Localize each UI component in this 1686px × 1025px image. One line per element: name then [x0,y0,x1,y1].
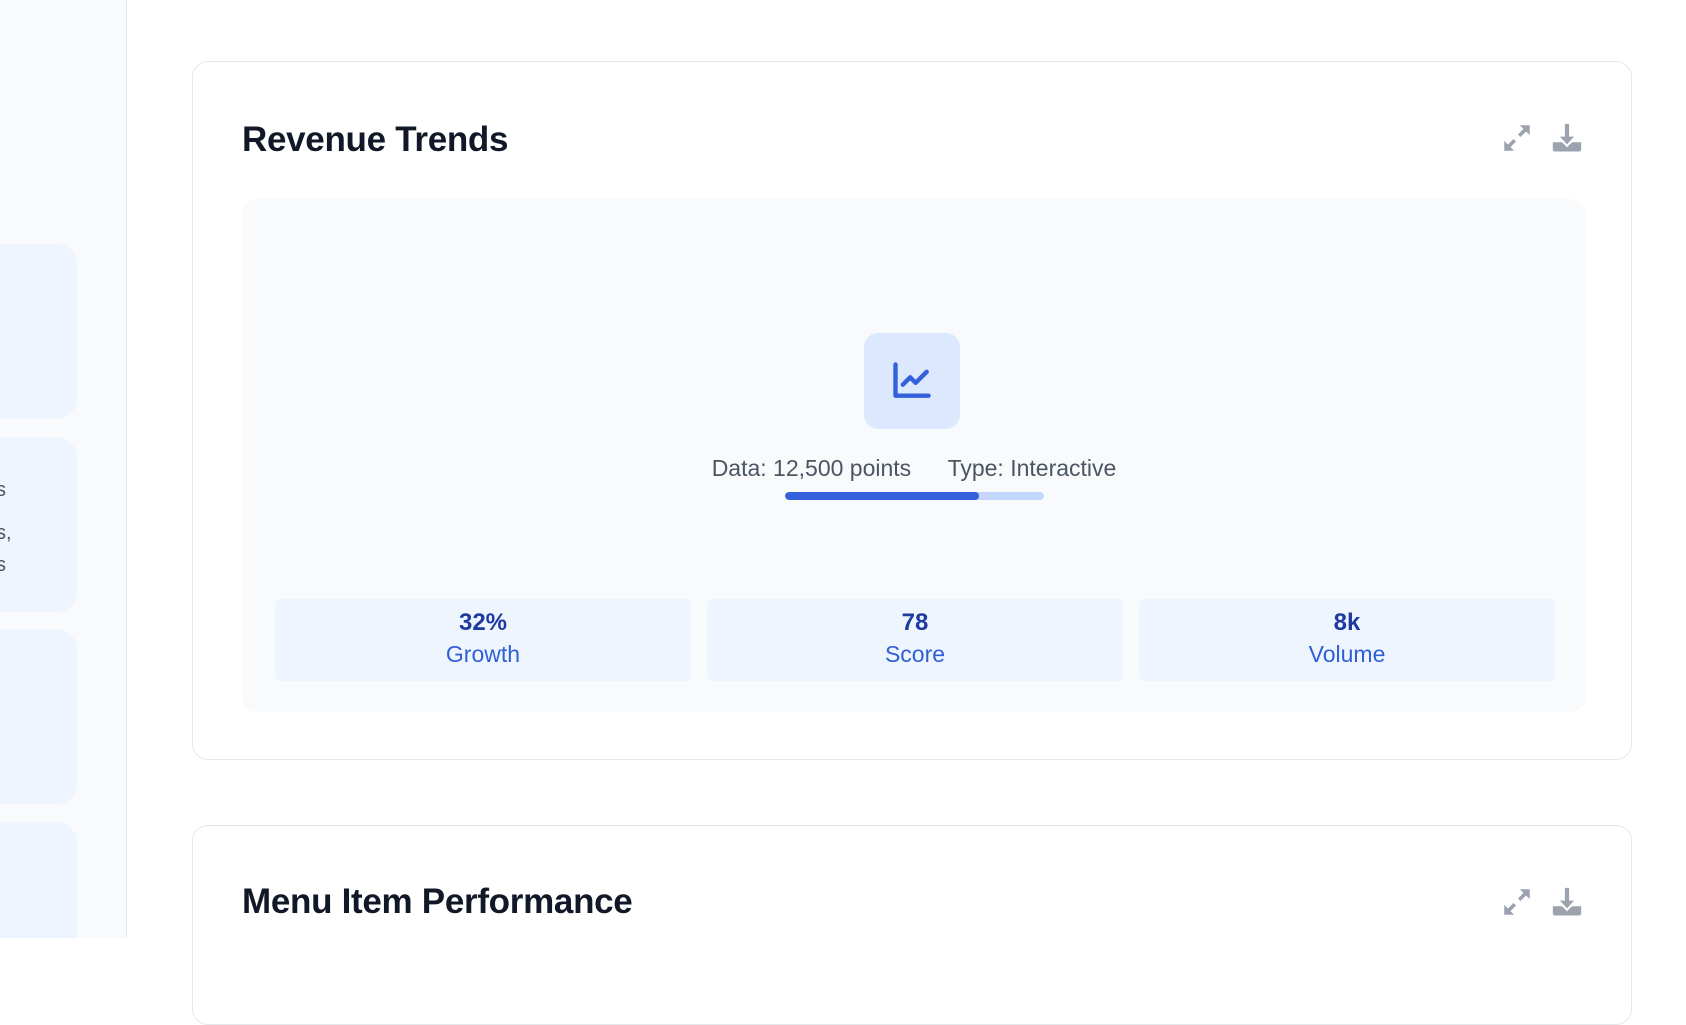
stat-value: 78 [901,609,929,636]
panel-title: Menu Item Performance [242,882,633,921]
expand-icon [1504,889,1530,915]
sidebar-text-fragment: s, [0,522,12,544]
stat-volume: 8k Volume [1139,599,1555,681]
panel-actions [1499,120,1585,156]
revenue-trends-panel: Revenue Trends Data: 12,500 points Type:… [192,61,1632,760]
download-icon [1552,123,1582,152]
stat-label: Growth [445,640,521,667]
expand-button[interactable] [1499,884,1535,920]
panel-actions [1499,884,1585,920]
stat-growth: 32% Growth [275,599,691,681]
stat-score: 78 Score [707,599,1123,681]
chart-data-count: Data: 12,500 points [711,455,912,481]
chart-type: Type: Interactive [947,455,1117,481]
loading-progress-fill [785,492,980,500]
chart-placeholder[interactable]: Data: 12,500 points Type: Interactive 32… [242,199,1586,712]
chart-meta: Data: 12,500 points Type: Interactive [242,455,1586,482]
panel-title: Revenue Trends [242,120,509,159]
expand-button[interactable] [1499,120,1535,156]
sidebar-text-fragment: s [0,480,6,500]
loading-progress-bar [785,492,1044,500]
chart-icon-container [864,333,960,429]
expand-icon [1504,125,1530,151]
download-button[interactable] [1549,120,1585,156]
sidebar-card[interactable] [0,822,77,938]
stat-value: 8k [1333,609,1361,636]
stats-row: 32% Growth 78 Score 8k Volume [275,599,1555,681]
menu-item-performance-panel: Menu Item Performance [192,825,1632,1025]
sidebar-text-fragment: s [0,555,6,575]
sidebar: s s, s [0,0,127,938]
line-chart-icon [893,362,931,398]
stat-label: Score [884,640,946,667]
sidebar-card[interactable] [0,244,77,419]
stat-value: 32% [458,609,508,636]
sidebar-card[interactable] [0,629,77,804]
download-icon [1552,887,1582,916]
download-button[interactable] [1549,884,1585,920]
stat-label: Volume [1308,640,1386,667]
